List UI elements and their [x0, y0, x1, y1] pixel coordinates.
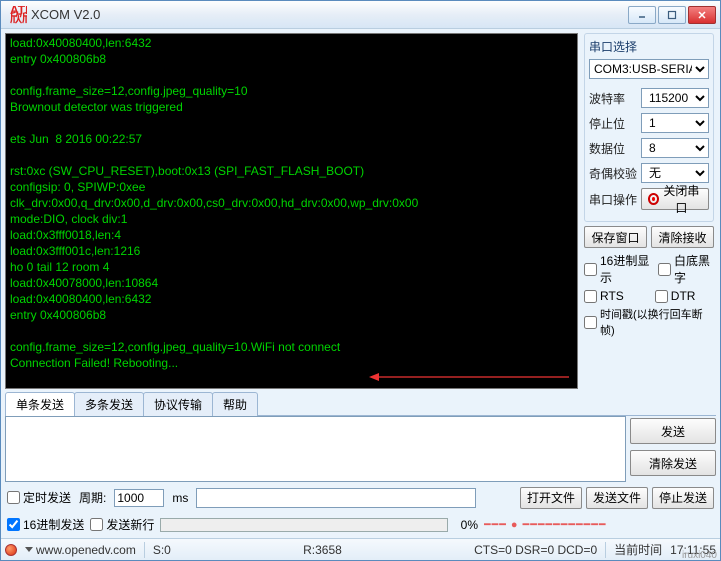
file-path-input[interactable]	[196, 488, 476, 508]
save-window-button[interactable]: 保存窗口	[584, 226, 647, 248]
app-icon: ATK欣欣	[9, 6, 27, 24]
baud-label: 波特率	[589, 90, 637, 107]
progress-percent: 0%	[454, 518, 478, 532]
minimize-button[interactable]	[628, 6, 656, 24]
dropdown-icon	[25, 547, 33, 552]
terminal-text: load:0x40080400,len:6432 entry 0x400806b…	[10, 36, 418, 389]
period-label: 周期:	[79, 489, 106, 506]
window-title: XCOM V2.0	[31, 7, 628, 22]
side-panel: 串口选择 COM3:USB-SERIAL CH340 波特率115200 停止位…	[580, 29, 720, 389]
send-newline-label: 发送新行	[106, 516, 154, 533]
rts-label: RTS	[600, 289, 624, 303]
hex-send-checkbox[interactable]	[7, 518, 20, 531]
status-time-label: 当前时间	[614, 541, 662, 558]
hex-display-label: 16进制显示	[600, 252, 651, 286]
rts-checkbox[interactable]	[584, 290, 597, 303]
terminal-output[interactable]: load:0x40080400,len:6432 entry 0x400806b…	[5, 33, 578, 389]
maximize-button[interactable]	[658, 6, 686, 24]
timed-send-label: 定时发送	[23, 489, 71, 506]
record-icon	[648, 193, 659, 205]
open-file-button[interactable]: 打开文件	[520, 487, 582, 509]
parity-select[interactable]: 无	[641, 163, 709, 183]
clear-send-button[interactable]: 清除发送	[630, 450, 716, 476]
port-group-title: 串口选择	[589, 38, 709, 55]
period-input[interactable]	[114, 489, 164, 507]
statusbar: www.openedv.com S:0 R:3658 CTS=0 DSR=0 D…	[1, 538, 720, 560]
hex-display-checkbox[interactable]	[584, 263, 597, 276]
op-label: 串口操作	[589, 191, 637, 208]
annotation-arrow	[369, 346, 569, 348]
tab-proto[interactable]: 协议传输	[143, 392, 213, 416]
timestamp-checkbox[interactable]	[584, 316, 597, 329]
dtr-checkbox[interactable]	[655, 290, 668, 303]
svg-text:欣欣: 欣欣	[10, 10, 27, 24]
send-newline-checkbox[interactable]	[90, 518, 103, 531]
status-led-icon	[5, 544, 17, 556]
baud-select[interactable]: 115200	[641, 88, 709, 108]
stop-label: 停止位	[589, 115, 637, 132]
tab-multi[interactable]: 多条发送	[74, 392, 144, 416]
corner-watermark: iruxi040	[682, 550, 717, 561]
dtr-label: DTR	[671, 289, 696, 303]
status-signals: CTS=0 DSR=0 DCD=0	[474, 543, 597, 557]
close-button[interactable]	[688, 6, 716, 24]
status-sent: S:0	[153, 543, 171, 557]
timestamp-label: 时间戳(以换行回车断帧)	[600, 306, 714, 338]
hex-send-label: 16进制发送	[23, 516, 84, 533]
period-unit: ms	[172, 491, 188, 505]
parity-label: 奇偶校验	[589, 165, 637, 182]
progress-bar	[160, 518, 448, 532]
stop-select[interactable]: 1	[641, 113, 709, 133]
tabs: 单条发送 多条发送 协议传输 帮助	[5, 391, 716, 416]
data-select[interactable]: 8	[641, 138, 709, 158]
port-toggle-button[interactable]: 关闭串口	[641, 188, 709, 210]
stop-send-button[interactable]: 停止发送	[652, 487, 714, 509]
white-black-checkbox[interactable]	[658, 263, 671, 276]
white-black-label: 白底黑字	[674, 252, 714, 286]
clear-recv-button[interactable]: 清除接收	[651, 226, 714, 248]
timed-send-checkbox[interactable]	[7, 491, 20, 504]
tab-single[interactable]: 单条发送	[5, 392, 75, 416]
send-button[interactable]: 发送	[630, 418, 716, 444]
status-url[interactable]: www.openedv.com	[25, 543, 136, 557]
status-recv: R:3658	[303, 543, 342, 557]
watermark-text: ━━━ ● ━━━━━━━━━━━	[484, 518, 714, 531]
send-textarea[interactable]	[5, 416, 626, 482]
data-label: 数据位	[589, 140, 637, 157]
tab-help[interactable]: 帮助	[212, 392, 258, 416]
send-file-button[interactable]: 发送文件	[586, 487, 648, 509]
titlebar: ATK欣欣 XCOM V2.0	[1, 1, 720, 29]
port-select[interactable]: COM3:USB-SERIAL CH340	[589, 59, 709, 79]
